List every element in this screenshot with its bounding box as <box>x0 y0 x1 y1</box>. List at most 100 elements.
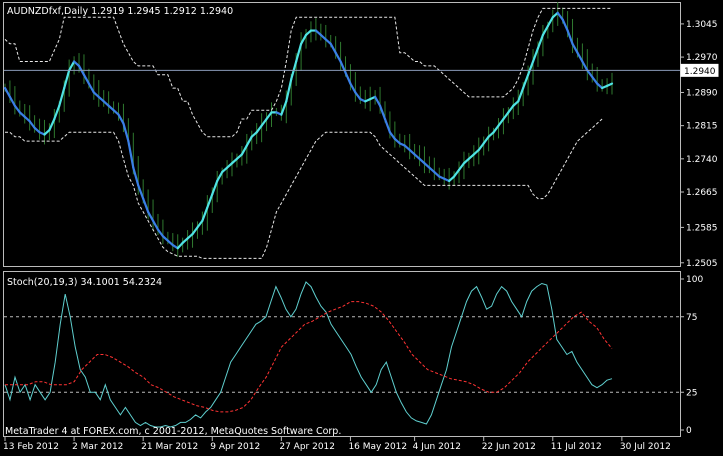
ma-segment <box>245 135 253 147</box>
price-tick-label: 1.2815 <box>686 122 718 132</box>
x-tick-label: 22 Jun 2012 <box>482 442 536 452</box>
ma-segment <box>571 42 579 54</box>
ma-segment <box>265 111 273 121</box>
ma-segment <box>48 117 56 132</box>
price-tick-label: 1.2890 <box>686 88 718 98</box>
ma-segment <box>344 71 352 85</box>
ma-segment <box>151 219 160 231</box>
x-tick-label: 30 Jul 2012 <box>620 442 671 452</box>
ma-segment <box>211 179 219 196</box>
ma-segment <box>586 69 594 79</box>
footer-copyright: MetaTrader 4 at FOREX.com, c 2001-2012, … <box>5 426 341 437</box>
stoch-signal-line <box>5 301 613 413</box>
current-price-label: 1.2940 <box>684 67 716 77</box>
ma-segment <box>255 124 263 134</box>
stoch-tick-label: 100 <box>686 275 703 285</box>
ma-segment <box>507 104 515 114</box>
ma-segment <box>522 73 530 90</box>
stoch-panel-frame <box>3 271 681 437</box>
ma-segment <box>517 86 525 103</box>
ma-segment <box>13 104 21 114</box>
ma-segment <box>334 51 342 63</box>
ma-segment <box>206 193 214 209</box>
ma-segment <box>546 16 554 28</box>
ma-segment <box>581 60 589 72</box>
x-tick-label: 9 Apr 2012 <box>210 442 260 452</box>
ma-segment <box>541 25 549 37</box>
ma-segment <box>142 197 150 214</box>
ma-segment <box>374 95 382 107</box>
ma-segment <box>536 33 545 50</box>
ma-segment <box>477 142 485 152</box>
ma-segment <box>216 171 224 183</box>
ma-segment <box>147 210 155 222</box>
ma-segment <box>561 18 569 32</box>
channel-upper-line <box>4 7 612 138</box>
ma-segment <box>482 135 490 145</box>
ma-segment <box>191 226 199 236</box>
price-tick-label: 1.2665 <box>686 188 718 198</box>
x-tick-label: 4 Jun 2012 <box>413 442 461 452</box>
price-tick-label: 1.3045 <box>686 20 718 30</box>
mt4-chart-window: 1.3045 1.2970 1.2890 1.2815 1.2740 1.2665 1.25… <box>0 0 723 456</box>
ma-segment <box>201 206 209 222</box>
ma-segment <box>295 42 303 63</box>
ma-segment <box>566 29 574 45</box>
ma-segment <box>87 82 95 94</box>
x-tick-label: 21 Mar 2012 <box>141 442 198 452</box>
ma-segment <box>452 168 461 178</box>
ma-segment <box>68 60 76 72</box>
ma-segment <box>354 91 362 101</box>
ma-segment <box>591 75 599 85</box>
ma-segment <box>605 82 614 87</box>
stoch-title: Stoch(20,19,3) 34.1001 54.2324 <box>7 277 162 288</box>
stoch-tick-label: 75 <box>686 313 697 323</box>
ma-segment <box>531 47 540 63</box>
chart-canvas: 1.3045 1.2970 1.2890 1.2815 1.2740 1.2665 1.25… <box>3 2 719 452</box>
ma-segment <box>63 69 71 90</box>
ma-segment <box>285 78 293 103</box>
ma-segment <box>556 11 564 21</box>
price-tick-label: 1.2970 <box>686 53 718 63</box>
ma-segment <box>378 104 387 121</box>
stoch-plot <box>4 281 680 428</box>
ma-segment <box>8 95 16 107</box>
ma-segment <box>497 117 505 127</box>
price-tick-label: 1.2505 <box>686 259 718 269</box>
x-tick-label: 11 Jul 2012 <box>551 442 602 452</box>
ma-segment <box>156 228 165 238</box>
ma-segment <box>137 184 145 200</box>
ma-segment <box>492 124 500 134</box>
ma-segment <box>329 42 337 54</box>
ma-segment <box>28 120 36 129</box>
ma-segment <box>349 82 357 94</box>
price-panel-frame <box>3 2 681 267</box>
stoch-main-line <box>4 281 613 428</box>
ma-segment <box>527 60 535 76</box>
x-tick-label: 13 Feb 2012 <box>3 442 59 452</box>
ma-segment <box>576 51 584 63</box>
ma-segment <box>299 33 308 45</box>
x-tick-label: 2 Mar 2012 <box>72 442 123 452</box>
ma-segment <box>82 73 90 85</box>
stoch-tick-label: 0 <box>686 426 692 436</box>
ma-segment <box>260 117 268 127</box>
ma-segment <box>457 162 466 171</box>
ma-segment <box>339 60 347 74</box>
ma-segment <box>196 219 204 229</box>
price-tick-label: 1.2585 <box>686 223 718 233</box>
stoch-tick-label: 25 <box>686 388 697 398</box>
channel-lower-line <box>5 118 603 259</box>
x-tick-label: 27 Apr 2012 <box>279 442 335 452</box>
ma-segment <box>53 104 61 121</box>
ma-segment <box>240 144 248 156</box>
ma-segment <box>383 117 392 134</box>
ma-segment <box>280 100 288 116</box>
ma-segment <box>132 166 140 187</box>
price-tick-label: 1.2740 <box>686 155 718 165</box>
x-tick-label: 16 May 2012 <box>348 442 407 452</box>
ma-segment <box>117 113 125 125</box>
ma-segment <box>122 122 130 143</box>
ma-segment <box>3 86 12 98</box>
ma-segment <box>388 131 396 141</box>
